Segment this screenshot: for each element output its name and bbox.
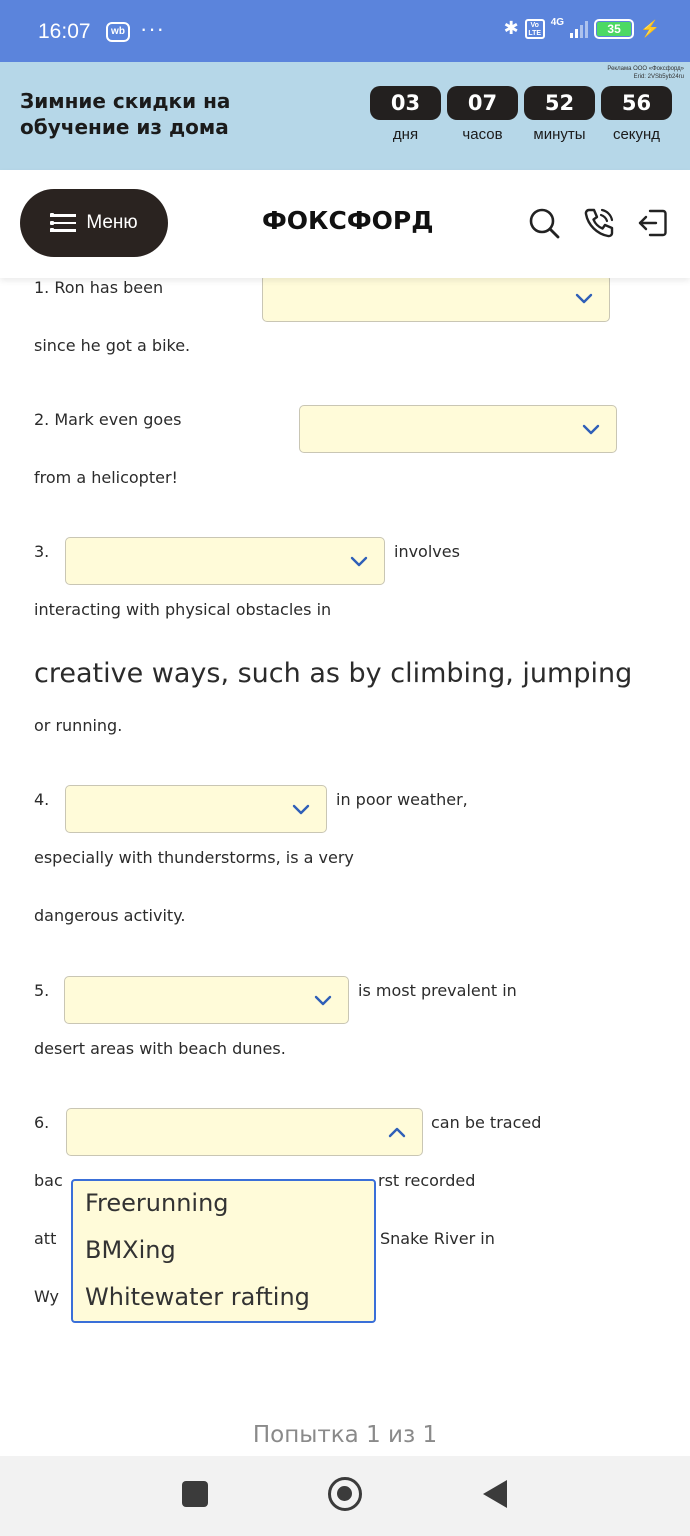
countdown-timer: 03 дня 07 часов 52 минуты 56 секунд — [370, 86, 672, 143]
answer-select-5[interactable] — [64, 976, 349, 1024]
question-text: dangerous activity. — [34, 906, 186, 925]
question-text: att — [34, 1229, 57, 1248]
countdown-days: 03 дня — [370, 86, 441, 143]
phone-icon[interactable] — [582, 206, 616, 240]
recent-apps-button[interactable] — [182, 1481, 208, 1507]
question-text: since he got a bike. — [34, 336, 191, 355]
answer-select-1[interactable] — [262, 274, 610, 322]
network-type: 4G — [550, 17, 565, 28]
answer-select-6[interactable] — [66, 1108, 423, 1156]
chevron-down-icon — [575, 293, 593, 304]
question-text: Snake River in — [380, 1229, 495, 1248]
question-number: 5. — [34, 981, 50, 1000]
menu-list-icon — [50, 213, 77, 232]
menu-button[interactable]: Меню — [20, 189, 168, 257]
system-nav-bar — [0, 1456, 690, 1536]
wb-app-icon: wb — [106, 22, 130, 42]
question-number: 6. — [34, 1113, 50, 1132]
login-icon[interactable] — [636, 206, 670, 240]
question-text: creative ways, such as by climbing, jump… — [34, 658, 633, 689]
question-text: Wy — [34, 1287, 60, 1306]
attempt-counter: Попытка 1 из 1 — [252, 1422, 438, 1448]
question-text: in poor weather, — [336, 790, 468, 809]
signal-icon — [570, 20, 589, 38]
bluetooth-icon: ✱ — [503, 18, 519, 38]
more-notifications-icon: ··· — [140, 16, 165, 41]
status-bar: 16:07 wb ··· ✱ Vo LTE 4G 35 ⚡ — [0, 0, 690, 62]
question-text: desert areas with beach dunes. — [34, 1039, 286, 1058]
dropdown-option[interactable]: BMXing — [85, 1236, 176, 1264]
question-text: 2. Mark even goes — [34, 410, 182, 429]
home-button[interactable] — [328, 1477, 362, 1511]
question-text: interacting with physical obstacles in — [34, 600, 332, 619]
question-text: especially with thunderstorms, is a very — [34, 848, 354, 867]
question-text: from a helicopter! — [34, 468, 178, 487]
back-button[interactable] — [483, 1480, 507, 1508]
question-text: rst recorded — [378, 1171, 476, 1190]
question-text: 1. Ron has been — [34, 278, 164, 297]
volte-icon: Vo LTE — [524, 18, 545, 39]
search-icon[interactable] — [527, 206, 561, 240]
dropdown-option[interactable]: Freerunning — [85, 1189, 229, 1217]
logo[interactable]: ФОКСФОРД — [262, 206, 433, 235]
answer-select-4[interactable] — [65, 785, 327, 833]
question-text: bac — [34, 1171, 63, 1190]
countdown-minutes: 52 минуты — [524, 86, 595, 143]
question-number: 4. — [34, 790, 50, 809]
promo-title: Зимние скидки на обучение из дома — [20, 89, 231, 139]
battery-level: 35 — [597, 21, 632, 36]
chevron-down-icon — [292, 804, 310, 815]
chevron-down-icon — [314, 995, 332, 1006]
ad-disclaimer: Реклама ООО «Фоксфорд» Erid: 2VSb5yb24ru — [607, 66, 684, 80]
countdown-seconds: 56 секунд — [601, 86, 672, 143]
site-header: Меню ФОКСФОРД — [0, 170, 690, 278]
question-text: or running. — [34, 716, 123, 735]
question-text: involves — [394, 542, 460, 561]
charging-icon: ⚡ — [640, 20, 660, 38]
status-time: 16:07 — [38, 20, 91, 43]
question-text: can be traced — [431, 1113, 542, 1132]
answer-select-2[interactable] — [299, 405, 617, 453]
chevron-down-icon — [582, 424, 600, 435]
dropdown-option[interactable]: Whitewater rafting — [85, 1283, 310, 1311]
question-number: 3. — [34, 542, 50, 561]
countdown-hours: 07 часов — [447, 86, 518, 143]
chevron-down-icon — [350, 556, 368, 567]
answer-select-3[interactable] — [65, 537, 385, 585]
status-icons: ✱ Vo LTE 4G 35 ⚡ — [503, 17, 660, 39]
question-text: is most prevalent in — [358, 981, 517, 1000]
menu-label: Меню — [86, 212, 138, 233]
chevron-up-icon — [388, 1127, 406, 1138]
select-6-dropdown: Freerunning BMXing Whitewater rafting — [71, 1179, 376, 1323]
battery-icon: 35 — [594, 18, 635, 39]
promo-banner[interactable]: Реклама ООО «Фоксфорд» Erid: 2VSb5yb24ru… — [0, 62, 690, 170]
